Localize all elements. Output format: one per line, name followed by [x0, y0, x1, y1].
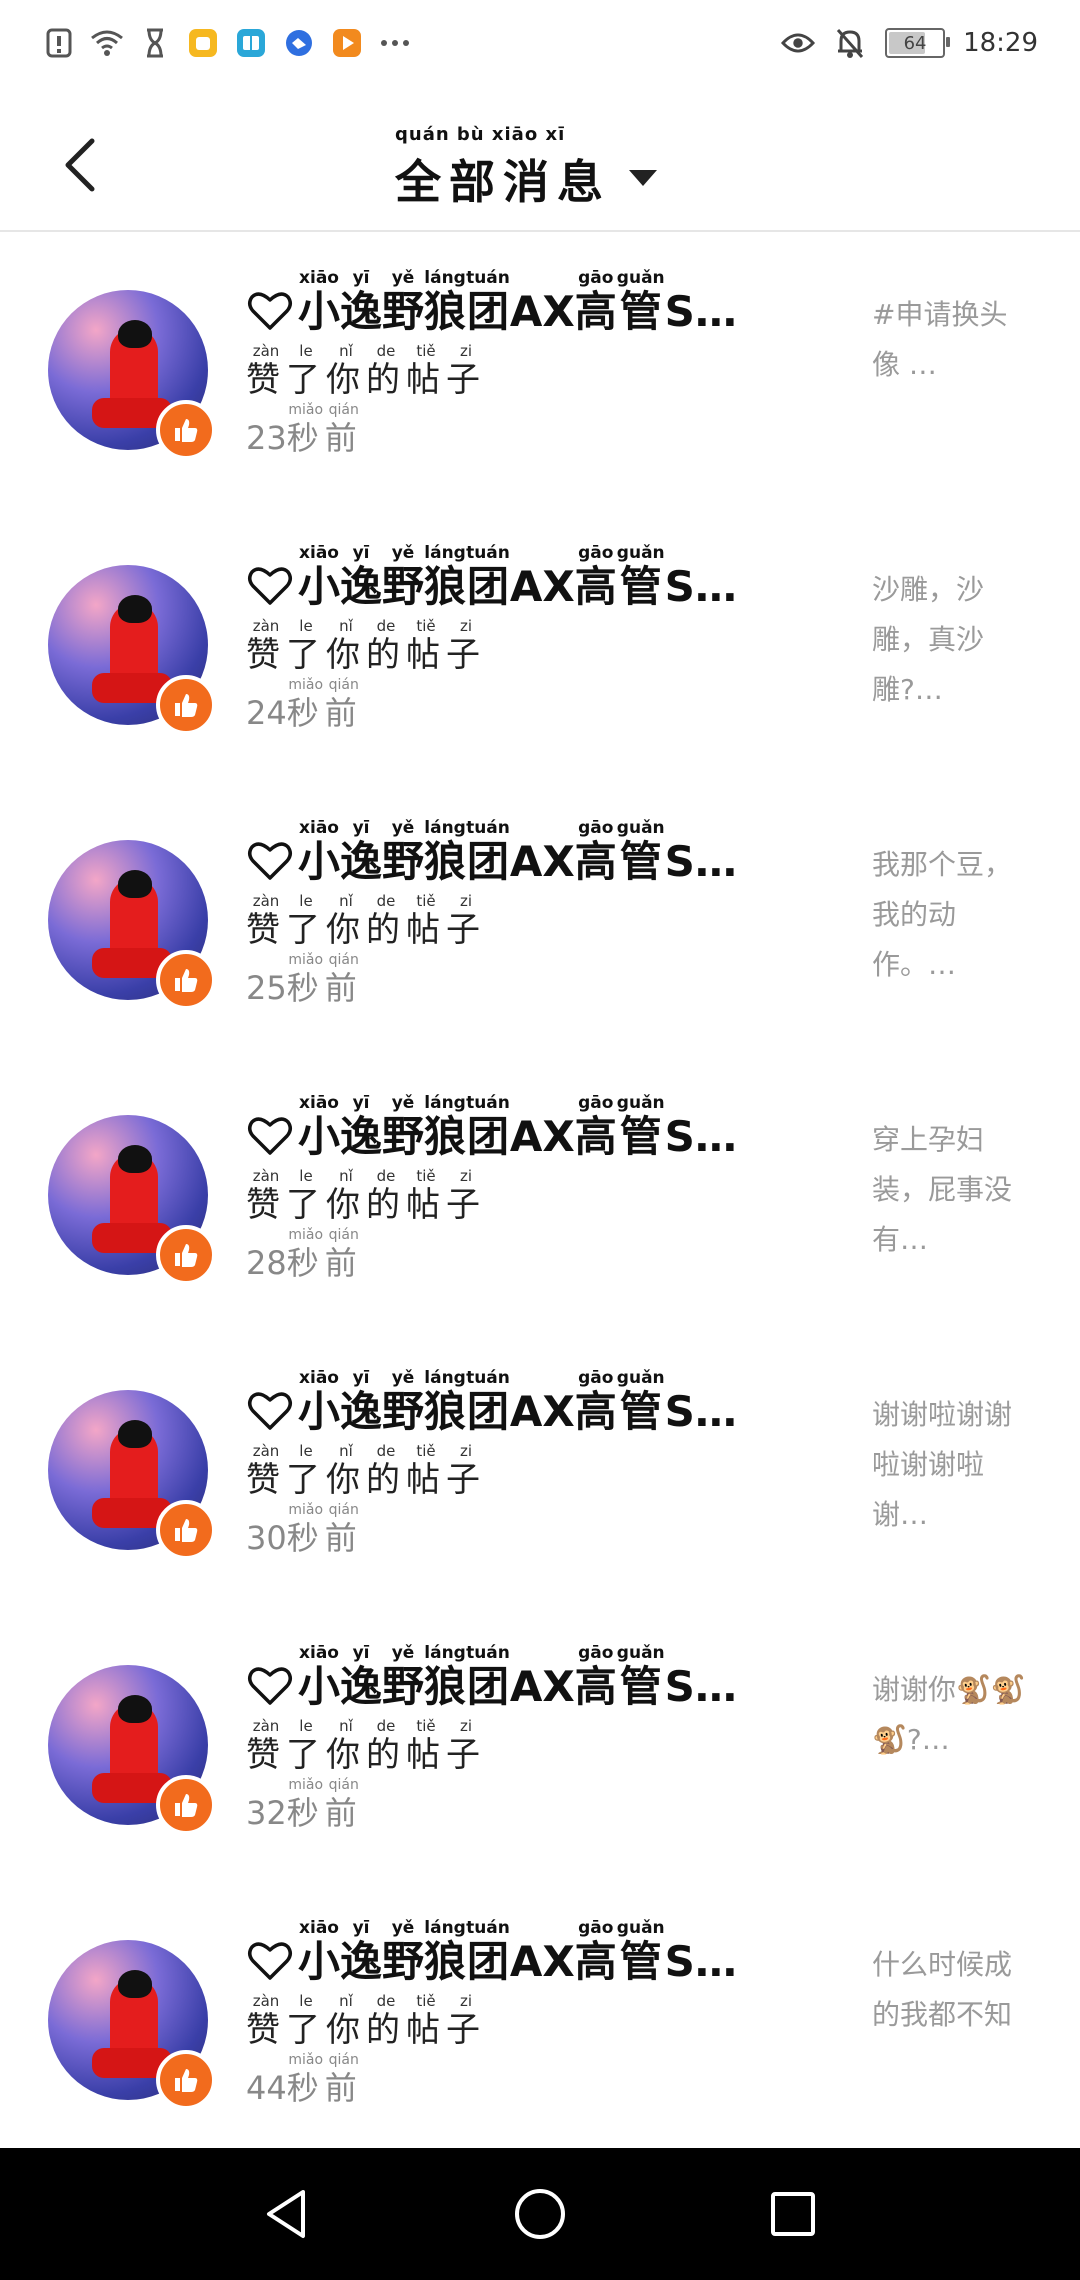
thumbs-up-icon — [156, 1225, 216, 1285]
action-text: zàn 赞 le 了 nǐ 你 de 的 tiě 帖 zi 子 — [246, 1442, 480, 1500]
heart-icon — [248, 292, 292, 330]
back-button[interactable] — [50, 130, 110, 200]
alert-icon — [42, 26, 76, 60]
username[interactable]: xiāo 小 yī 逸 yě 野 láng 狼 tuán 团 A X gāo 高 guǎn 管… — [246, 1368, 836, 1436]
action-text: zàn 赞 le 了 nǐ 你 de 的 tiě 帖 zi 子 — [246, 617, 480, 675]
post-preview[interactable]: #申请换头像 … — [872, 290, 1032, 390]
post-preview[interactable]: 沙雕，沙雕，真沙雕?… — [872, 565, 1032, 715]
status-bar: 64 18:29 — [0, 0, 1080, 90]
list-item[interactable]: xiāo 小 yī 逸 yě 野 láng 狼 tuán 团 A X gāo 高 guǎn 管… — [0, 782, 1080, 1057]
post-preview[interactable]: 穿上孕妇装，屁事没有… — [872, 1115, 1032, 1265]
list-item[interactable]: xiāo 小 yī 逸 yě 野 láng 狼 tuán 团 A X gāo 高 guǎn 管… — [0, 232, 1080, 507]
page-title-pinyin: quán bù xiāo xī — [395, 124, 566, 145]
heart-icon — [248, 567, 292, 605]
eye-icon — [781, 26, 816, 60]
page-title: quán bù xiāo xī 全部消息 — [395, 124, 611, 212]
app-yellow-icon — [186, 26, 220, 60]
chevron-left-icon — [65, 138, 95, 192]
title-dropdown[interactable]: quán bù xiāo xī 全部消息 — [395, 124, 657, 212]
heart-icon — [248, 842, 292, 880]
list-item[interactable]: xiāo 小 yī 逸 yě 野 láng 狼 tuán 团 A X gāo 高 guǎn 管… — [0, 507, 1080, 782]
thumbs-up-icon — [156, 1775, 216, 1835]
list-item[interactable]: xiāo 小 yī 逸 yě 野 láng 狼 tuán 团 A X gāo 高 guǎn 管… — [0, 1332, 1080, 1607]
more-dots-icon — [378, 26, 412, 60]
action-text: zàn 赞 le 了 nǐ 你 de 的 tiě 帖 zi 子 — [246, 1167, 480, 1225]
hourglass-icon — [138, 26, 172, 60]
heart-icon — [248, 1392, 292, 1430]
back-triangle-icon — [266, 2190, 305, 2238]
nav-home-button[interactable] — [505, 2179, 575, 2249]
header: quán bù xiāo xī 全部消息 — [0, 90, 1080, 232]
timestamp: 25 miǎo 秒 qián 前 — [246, 952, 359, 1007]
app-blue-icon — [282, 26, 316, 60]
timestamp: 23 miǎo 秒 qián 前 — [246, 402, 359, 457]
clock: 18:29 — [963, 28, 1038, 58]
status-icons-left — [42, 26, 412, 60]
nav-recents-button[interactable] — [758, 2179, 828, 2249]
timestamp: 44 miǎo 秒 qián 前 — [246, 2052, 359, 2107]
username[interactable]: xiāo 小 yī 逸 yě 野 láng 狼 tuán 团 A X gāo 高 guǎn 管… — [246, 1093, 836, 1161]
status-icons-right: 64 18:29 — [781, 26, 1038, 60]
list-item[interactable]: xiāo 小 yī 逸 yě 野 láng 狼 tuán 团 A X gāo 高 guǎn 管… — [0, 1882, 1080, 2157]
username[interactable]: xiāo 小 yī 逸 yě 野 láng 狼 tuán 团 A X gāo 高 guǎn 管… — [246, 1918, 836, 1986]
battery-indicator: 64 — [885, 28, 951, 58]
post-preview[interactable]: 我那个豆，我的动作。… — [872, 840, 1032, 990]
system-nav-bar — [0, 2148, 1080, 2280]
recent-square-icon — [771, 2192, 816, 2236]
post-preview[interactable]: 谢谢啦谢谢啦谢谢啦谢… — [872, 1390, 1032, 1540]
home-circle-icon — [514, 2189, 565, 2239]
timestamp: 30 miǎo 秒 qián 前 — [246, 1502, 359, 1557]
post-preview[interactable]: 什么时候成的我都不知 — [872, 1940, 1032, 2040]
action-text: zàn 赞 le 了 nǐ 你 de 的 tiě 帖 zi 子 — [246, 1992, 480, 2050]
username[interactable]: xiāo 小 yī 逸 yě 野 láng 狼 tuán 团 A X gāo 高 guǎn 管… — [246, 818, 836, 886]
thumbs-up-icon — [156, 675, 216, 735]
action-text: zàn 赞 le 了 nǐ 你 de 的 tiě 帖 zi 子 — [246, 1717, 480, 1775]
timestamp: 32 miǎo 秒 qián 前 — [246, 1777, 359, 1832]
app-book-icon — [234, 26, 268, 60]
list-item[interactable]: xiāo 小 yī 逸 yě 野 láng 狼 tuán 团 A X gāo 高 guǎn 管… — [0, 1607, 1080, 1882]
thumbs-up-icon — [156, 2050, 216, 2110]
dropdown-caret-icon — [629, 170, 657, 186]
battery-level: 64 — [903, 32, 927, 54]
action-text: zàn 赞 le 了 nǐ 你 de 的 tiě 帖 zi 子 — [246, 342, 480, 400]
heart-icon — [248, 1942, 292, 1980]
nav-back-button[interactable] — [252, 2179, 322, 2249]
thumbs-up-icon — [156, 1500, 216, 1560]
timestamp: 24 miǎo 秒 qián 前 — [246, 677, 359, 732]
page-title-text: 全部消息 — [395, 155, 611, 209]
username[interactable]: xiāo 小 yī 逸 yě 野 láng 狼 tuán 团 A X gāo 高 guǎn 管… — [246, 268, 836, 336]
notification-list: xiāo 小 yī 逸 yě 野 láng 狼 tuán 团 A X gāo 高 guǎn 管… — [0, 232, 1080, 2157]
wifi-icon — [90, 26, 124, 60]
timestamp: 28 miǎo 秒 qián 前 — [246, 1227, 359, 1282]
thumbs-up-icon — [156, 950, 216, 1010]
thumbs-up-icon — [156, 400, 216, 460]
post-preview[interactable]: 谢谢你🐒🐒🐒?… — [872, 1665, 1032, 1765]
action-text: zàn 赞 le 了 nǐ 你 de 的 tiě 帖 zi 子 — [246, 892, 480, 950]
list-item[interactable]: xiāo 小 yī 逸 yě 野 láng 狼 tuán 团 A X gāo 高 guǎn 管… — [0, 1057, 1080, 1332]
heart-icon — [248, 1117, 292, 1155]
username[interactable]: xiāo 小 yī 逸 yě 野 láng 狼 tuán 团 A X gāo 高 guǎn 管… — [246, 1643, 836, 1711]
heart-icon — [248, 1667, 292, 1705]
app-orange-play-icon — [330, 26, 364, 60]
mute-bell-icon — [833, 26, 867, 60]
username[interactable]: xiāo 小 yī 逸 yě 野 láng 狼 tuán 团 A X gāo 高 guǎn 管… — [246, 543, 836, 611]
